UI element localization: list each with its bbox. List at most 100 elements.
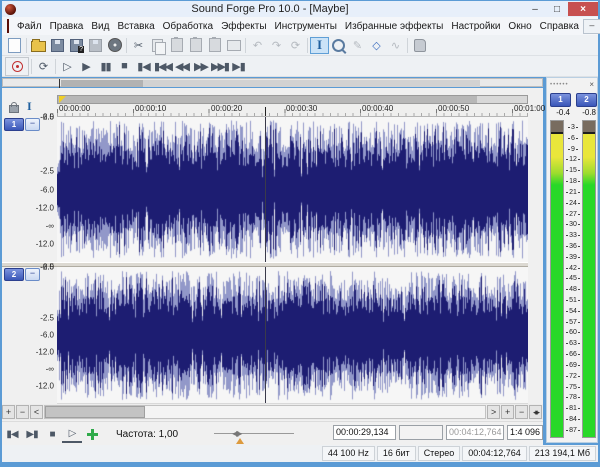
mdi-minimize-button[interactable]: –	[582, 18, 600, 34]
channel1-minimize-button[interactable]: −	[25, 118, 40, 131]
publish-button[interactable]	[105, 37, 124, 54]
stop-button[interactable]: ■	[115, 58, 134, 75]
channel1-waveform[interactable]	[57, 117, 528, 263]
rate-slider-thumb[interactable]: ◀▶	[232, 429, 242, 438]
overview-bar[interactable]	[2, 78, 543, 88]
grip-icon[interactable]: ••••••	[550, 82, 569, 88]
playbar-go-to-end-button[interactable]: ▶▮	[22, 426, 42, 442]
channel1-button[interactable]: 1	[4, 118, 24, 131]
edit-tool-icon: I	[316, 37, 323, 52]
zoom-out-time-button[interactable]: −	[515, 405, 529, 419]
meter-scale-tick: 72	[564, 373, 582, 380]
channel2-waveform[interactable]	[57, 267, 528, 404]
envelope-tool-button[interactable]: ∿	[386, 37, 405, 54]
previous-marker-button[interactable]: ▮◀◀	[153, 58, 173, 75]
channel2-minimize-button[interactable]: −	[25, 268, 40, 281]
zoom-out-button[interactable]: −	[15, 405, 29, 419]
meter-scale-tick: 21	[564, 189, 582, 196]
rate-slider[interactable]: ◀▶	[214, 426, 295, 444]
meters-close-icon[interactable]: ×	[589, 80, 594, 89]
paste-special-button[interactable]	[186, 37, 205, 54]
time-ruler[interactable]: 00:00:00 00:00:10 00:00:20 00:00:30 00:0…	[57, 104, 545, 117]
menu-edit[interactable]: Правка	[46, 21, 88, 32]
lock-icon[interactable]	[9, 101, 19, 113]
status-bit-depth: 16 бит	[376, 446, 416, 461]
cursor-position-field[interactable]: 00:00:29,134	[333, 425, 396, 440]
zoom-in-time-button[interactable]: +	[501, 405, 515, 419]
menu-file[interactable]: Файл	[13, 21, 46, 32]
overview-remaining-segment	[143, 80, 480, 87]
loop-playback-button[interactable]: ⟳	[34, 58, 53, 75]
zoom-fit-button[interactable]: ◂▸	[529, 405, 543, 419]
save-all-button[interactable]	[86, 37, 105, 54]
next-marker-button[interactable]: ▶▶▮	[210, 58, 230, 75]
paste-button[interactable]	[167, 37, 186, 54]
go-to-end-button[interactable]: ▶▮	[229, 58, 248, 75]
save-as-icon	[70, 38, 84, 53]
ruler-cursor	[265, 107, 266, 116]
playbar-go-to-start-button[interactable]: ▮◀	[2, 426, 22, 442]
menu-favorites[interactable]: Избранные эффекты	[341, 21, 447, 32]
channel2-button[interactable]: 2	[4, 268, 24, 281]
copy-icon	[152, 38, 166, 55]
menu-effects[interactable]: Эффекты	[217, 21, 270, 32]
scrollbar-thumb[interactable]	[44, 406, 145, 418]
playbar-play-button[interactable]: ▷	[62, 425, 82, 443]
save-as-button[interactable]	[67, 37, 86, 54]
meter-channel2-peak: -0.8	[582, 108, 596, 117]
edit-tool-button[interactable]: I	[310, 36, 329, 54]
open-file-button[interactable]	[29, 37, 48, 54]
hand-tool-icon	[413, 38, 426, 52]
maximize-button[interactable]: □	[546, 2, 568, 16]
rewind-button[interactable]: ◀◀	[172, 58, 191, 75]
magnify-tool-button[interactable]	[329, 37, 348, 54]
level-meter-channel2	[582, 120, 596, 438]
scroll-left-button[interactable]: <	[29, 405, 43, 419]
menu-process[interactable]: Обработка	[159, 21, 217, 32]
db-label: -6.0	[40, 185, 54, 194]
new-file-button[interactable]	[5, 37, 24, 54]
menu-tools[interactable]: Инструменты	[271, 21, 341, 32]
paste-to-new-button[interactable]	[205, 37, 224, 54]
scrollbar-track[interactable]	[43, 405, 487, 419]
db-label: -∞	[45, 221, 54, 231]
menu-help[interactable]: Справка	[536, 21, 583, 32]
redo-button[interactable]: ↷	[267, 37, 286, 54]
record-button[interactable]	[5, 56, 29, 76]
loop-region-marker[interactable]	[59, 96, 66, 103]
total-length-field[interactable]: 00:04:12,764	[446, 425, 504, 440]
menu-window[interactable]: Окно	[504, 21, 535, 32]
ruler-label: 00:00:00	[59, 104, 91, 113]
pause-button[interactable]: ▮▮	[96, 58, 115, 75]
cut-button[interactable]: ✂	[129, 37, 148, 54]
meter-channel1-button[interactable]: 1	[550, 93, 571, 107]
meter-scale-tick: 45	[564, 275, 582, 282]
menu-insert[interactable]: Вставка	[113, 21, 158, 32]
minimize-button[interactable]: –	[524, 2, 546, 16]
undo-button[interactable]: ↶	[248, 37, 267, 54]
playbar-stop-button[interactable]: ■	[42, 426, 62, 442]
close-button[interactable]: ×	[568, 2, 598, 16]
selection-field[interactable]	[399, 425, 443, 440]
hand-tool-button[interactable]	[410, 37, 429, 54]
trim-crop-button[interactable]	[224, 37, 243, 54]
go-to-start-button[interactable]: ▮◀	[134, 58, 153, 75]
copy-button[interactable]	[148, 37, 167, 55]
scrub-button[interactable]	[82, 426, 102, 442]
menu-options[interactable]: Настройки	[447, 21, 504, 32]
play-button[interactable]: ▶	[77, 58, 96, 75]
forward-button[interactable]: ▶▶	[191, 58, 210, 75]
pencil-tool-button[interactable]: ✎	[348, 37, 367, 54]
repeat-button[interactable]: ⟳	[286, 37, 305, 54]
edit-tool-indicator-icon[interactable]: I	[27, 99, 32, 114]
meters-header[interactable]: •••••• ×	[547, 78, 597, 91]
scroll-right-button[interactable]: >	[487, 405, 501, 419]
event-tool-button[interactable]: ◇	[367, 37, 386, 54]
save-button[interactable]	[48, 37, 67, 54]
menu-view[interactable]: Вид	[87, 21, 113, 32]
meter-channel2-button[interactable]: 2	[576, 93, 597, 107]
zoom-ratio-field[interactable]: 1:4 096	[507, 425, 543, 440]
zoom-in-button[interactable]: +	[2, 405, 15, 419]
play-all-button[interactable]: ▷	[58, 58, 77, 75]
position-strip[interactable]	[57, 95, 528, 104]
